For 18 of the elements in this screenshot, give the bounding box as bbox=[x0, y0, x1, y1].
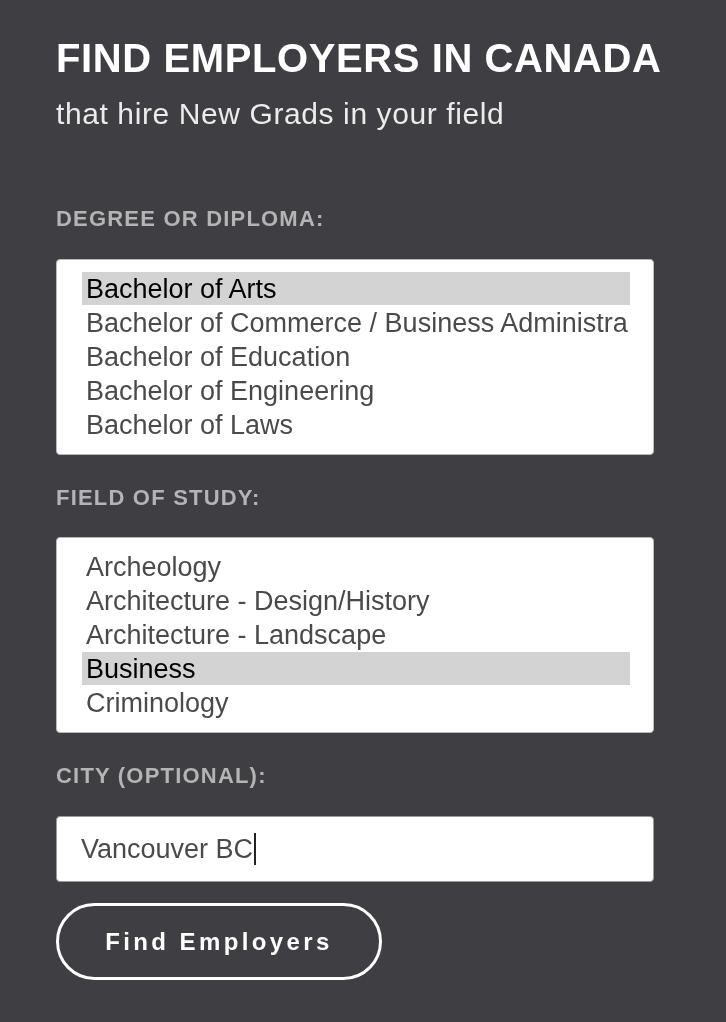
listbox-option[interactable]: Architecture - Design/History bbox=[82, 584, 653, 618]
listbox-option[interactable]: Criminology bbox=[82, 686, 653, 720]
city-input[interactable]: Vancouver BC bbox=[56, 816, 654, 882]
field-label: CITY (OPTIONAL): bbox=[56, 763, 267, 789]
listbox[interactable]: Bachelor of Arts Bachelor of Commerce / Business Administra Bachelor of Education Bachelor of Engineering Bachelor of Laws bbox=[56, 259, 654, 455]
listbox-option[interactable]: Bachelor of Laws bbox=[82, 408, 653, 442]
field-label: DEGREE OR DIPLOMA: bbox=[56, 206, 325, 232]
find-employers-button[interactable]: Find Employers bbox=[56, 903, 382, 980]
listbox-option[interactable]: Bachelor of Education bbox=[82, 340, 653, 374]
text-cursor-icon bbox=[254, 833, 257, 865]
listbox[interactable]: Archeology Architecture - Design/History Architecture - Landscape Business Criminology bbox=[56, 537, 654, 733]
field-label: FIELD OF STUDY: bbox=[56, 485, 261, 511]
page-subtitle: that hire New Grads in your field bbox=[56, 96, 505, 132]
listbox-option[interactable]: Bachelor of Commerce / Business Administra bbox=[82, 306, 653, 340]
listbox-option[interactable]: Archeology bbox=[82, 550, 653, 584]
listbox-option[interactable]: Architecture - Landscape bbox=[82, 618, 653, 652]
listbox-option[interactable]: Bachelor of Engineering bbox=[82, 374, 653, 408]
page-title: FIND EMPLOYERS IN CANADA bbox=[56, 35, 662, 82]
